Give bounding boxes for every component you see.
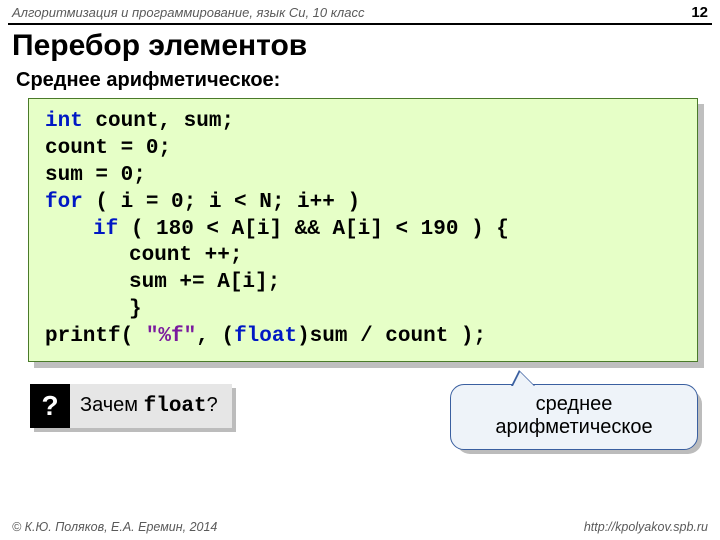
question-text: Зачем float? — [80, 394, 218, 418]
callout-bubble: среднее арифметическое — [450, 384, 698, 450]
question-box: ? Зачем float? — [30, 384, 232, 428]
code-line: count ++; — [45, 243, 242, 270]
page-number: 12 — [691, 4, 708, 21]
q-mono: float — [144, 395, 207, 418]
code-kw: if — [93, 218, 118, 241]
callout-line: арифметическое — [471, 416, 677, 439]
code-text: ( i = 0; i < N; i++ ) — [83, 191, 360, 214]
q-prefix: Зачем — [80, 394, 144, 416]
code-text: printf( — [45, 325, 146, 348]
code-line: sum = 0; — [45, 163, 681, 190]
code-text: ( 180 < A[i] && A[i] < 190 ) { — [118, 218, 509, 241]
code-line: } — [45, 297, 142, 324]
course-label: Алгоритмизация и программирование, язык … — [12, 5, 364, 20]
code-string: "%f" — [146, 325, 196, 348]
callout-tail — [513, 372, 534, 386]
code-kw: for — [45, 191, 83, 214]
question-mark-icon: ? — [30, 384, 70, 428]
code-text: count, sum; — [83, 110, 234, 133]
code-line: sum += A[i]; — [45, 270, 280, 297]
code-kw: int — [45, 110, 83, 133]
code-text: , ( — [196, 325, 234, 348]
q-suffix: ? — [207, 394, 218, 416]
code-line: count = 0; — [45, 136, 681, 163]
section-subtitle: Среднее арифметическое: — [0, 67, 720, 98]
code-kw: float — [234, 325, 297, 348]
code-block: int count, sum; count = 0; sum = 0; for … — [28, 98, 698, 362]
code-text: )sum / count ); — [297, 325, 486, 348]
page-title: Перебор элементов — [0, 25, 720, 67]
footer-url: http://kpolyakov.spb.ru — [584, 520, 708, 534]
callout-line: среднее — [471, 393, 677, 416]
copyright: © К.Ю. Поляков, Е.А. Еремин, 2014 — [12, 520, 217, 534]
